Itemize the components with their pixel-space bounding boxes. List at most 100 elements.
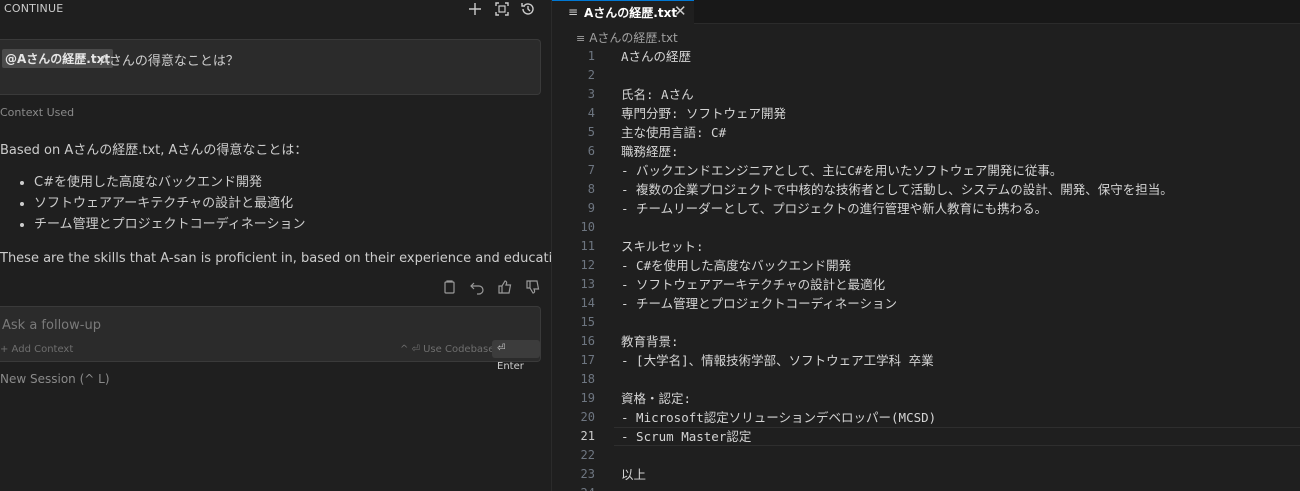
- line-number: 20: [580, 410, 595, 424]
- line-text: - バックエンドエンジニアとして、主にC#を用いたソフトウェア開発に従事。: [621, 163, 1063, 178]
- answer-intro: Based on Aさんの経歴.txt, Aさんの得意なことは：: [0, 143, 308, 158]
- line-text: 主な使用言語: C#: [621, 125, 727, 140]
- line-number: 24: [552, 484, 595, 491]
- code-line[interactable]: 5 主な使用言語: C#: [552, 123, 1300, 142]
- tab-label: Aさんの経歴.txt: [584, 6, 678, 20]
- breadcrumb-file: Aさんの経歴.txt: [589, 31, 678, 45]
- thumbs-down-icon[interactable]: [525, 279, 541, 295]
- code-line[interactable]: 16 教育背景:: [552, 332, 1300, 351]
- code-line[interactable]: 4 専門分野: ソフトウェア開発: [552, 104, 1300, 123]
- panel-header: CONTINUE: [0, 0, 551, 20]
- tab-file[interactable]: ≡ Aさんの経歴.txt ✕: [552, 0, 694, 24]
- context-used-label: Context Used: [0, 106, 75, 119]
- code-line[interactable]: 12 - C#を使用した高度なバックエンド開発: [552, 256, 1300, 275]
- line-number: 5: [587, 125, 595, 139]
- code-line[interactable]: 8 - 複数の企業プロジェクトで中核的な技術者として活動し、システムの設計、開発、…: [552, 180, 1300, 199]
- breadcrumb[interactable]: ≡ Aさんの経歴.txt: [576, 29, 678, 46]
- history-icon[interactable]: [520, 1, 536, 17]
- continue-panel: CONTINUE @Aさんの経歴.txt Aさんの得意なことは？ Context…: [0, 0, 551, 491]
- line-number: 7: [587, 163, 595, 177]
- line-number: 2: [587, 68, 595, 82]
- line-text: - [大学名]、情報技術学部、ソフトウェア工学科 卒業: [621, 353, 934, 368]
- copy-icon[interactable]: [441, 279, 457, 295]
- line-number: 10: [580, 220, 595, 234]
- followup-input[interactable]: [0, 315, 482, 335]
- code-line[interactable]: 22: [552, 446, 1300, 465]
- line-text: - C#を使用した高度なバックエンド開発: [621, 258, 852, 273]
- line-text: - チームリーダーとして、プロジェクトの進行管理や新人教育にも携わる。: [621, 201, 1048, 216]
- code-line[interactable]: 7 - バックエンドエンジニアとして、主にC#を用いたソフトウェア開発に従事。: [552, 161, 1300, 180]
- panel-title: CONTINUE: [4, 2, 64, 15]
- fullscreen-icon[interactable]: [494, 1, 510, 17]
- question-text: Aさんの得意なことは？: [100, 54, 239, 69]
- line-number: 14: [580, 296, 595, 310]
- code-line[interactable]: 20 - Microsoft認定ソリューションデベロッパー(MCSD): [552, 408, 1300, 427]
- code-line[interactable]: 11 スキルセット:: [552, 237, 1300, 256]
- thumbs-up-icon[interactable]: [497, 279, 513, 295]
- answer-outro: These are the skills that A-san is profi…: [0, 251, 551, 266]
- line-number: 19: [580, 391, 595, 405]
- code-line[interactable]: 17 - [大学名]、情報技術学部、ソフトウェア工学科 卒業: [552, 351, 1300, 370]
- line-number: 11: [580, 239, 595, 253]
- code-line[interactable]: 15: [552, 313, 1300, 332]
- user-question[interactable]: @Aさんの経歴.txt Aさんの得意なことは？: [0, 39, 541, 95]
- line-text: - ソフトウェアアーキテクチャの設計と最適化: [621, 277, 886, 292]
- close-icon[interactable]: ✕: [674, 2, 687, 20]
- line-number: 3: [587, 87, 595, 101]
- code-line[interactable]: 13 - ソフトウェアアーキテクチャの設計と最適化: [552, 275, 1300, 294]
- code-line[interactable]: 18: [552, 370, 1300, 389]
- line-text: - 複数の企業プロジェクトで中核的な技術者として活動し、システムの設計、開発、保…: [621, 182, 1173, 197]
- line-number: 16: [580, 334, 595, 348]
- code-line[interactable]: 23 以上: [552, 465, 1300, 484]
- line-number: 13: [580, 277, 595, 291]
- undo-icon[interactable]: [469, 279, 485, 295]
- line-number: 1: [587, 49, 595, 63]
- followup-composer: + Add Context ^ ⏎ Use Codebase ⏎ Enter: [0, 306, 541, 372]
- line-number: 12: [580, 258, 595, 272]
- line-number: 21: [580, 429, 595, 443]
- code-line[interactable]: 6 職務経歴:: [552, 142, 1300, 161]
- list-item: ソフトウェアアーキテクチャの設計と最適化: [34, 193, 305, 214]
- line-text: - チーム管理とプロジェクトコーディネーション: [621, 296, 898, 311]
- add-context-button[interactable]: + Add Context: [0, 344, 73, 355]
- line-number: 8: [587, 182, 595, 196]
- code-line[interactable]: 3 氏名: Aさん: [552, 85, 1300, 104]
- code-line[interactable]: 1 Aさんの経歴: [552, 47, 1300, 66]
- line-number: 15: [580, 315, 595, 329]
- text-file-icon: ≡: [576, 32, 586, 45]
- code-area[interactable]: 1 Aさんの経歴 2 3 氏名: Aさん 4 専門分野: ソフトウェア開発 5 主な使用言語: …: [552, 47, 1300, 491]
- code-line[interactable]: 10: [552, 218, 1300, 237]
- line-text: 資格・認定:: [621, 391, 692, 406]
- editor-pane: ≡ Aさんの経歴.txt ✕ ≡ Aさんの経歴.txt 1 Aさんの経歴 2 3 氏名: …: [551, 0, 1300, 491]
- code-line[interactable]: 14 - チーム管理とプロジェクトコーディネーション: [552, 294, 1300, 313]
- line-number: 17: [580, 353, 595, 367]
- line-text: Aさんの経歴: [621, 49, 692, 64]
- line-text: - Scrum Master認定: [621, 429, 752, 444]
- line-text: 以上: [621, 467, 647, 482]
- line-text: - Microsoft認定ソリューションデベロッパー(MCSD): [621, 410, 937, 425]
- file-mention-chip[interactable]: @Aさんの経歴.txt: [2, 49, 114, 68]
- use-codebase-button[interactable]: ^ ⏎ Use Codebase: [400, 344, 494, 355]
- line-number: 9: [587, 201, 595, 215]
- editor-tabbar: ≡ Aさんの経歴.txt ✕: [552, 0, 1300, 24]
- list-item: チーム管理とプロジェクトコーディネーション: [34, 214, 305, 235]
- code-line[interactable]: 19 資格・認定:: [552, 389, 1300, 408]
- plus-icon[interactable]: [467, 1, 483, 17]
- line-number: 22: [580, 448, 595, 462]
- code-line[interactable]: 9 - チームリーダーとして、プロジェクトの進行管理や新人教育にも携わる。: [552, 199, 1300, 218]
- new-session-link[interactable]: New Session (^ L): [0, 372, 110, 386]
- answer-list: C#を使用した高度なバックエンド開発 ソフトウェアアーキテクチャの設計と最適化 …: [18, 172, 305, 235]
- context-used-toggle[interactable]: Context Used: [0, 106, 74, 119]
- line-text: 教育背景:: [621, 334, 679, 349]
- list-item: C#を使用した高度なバックエンド開発: [34, 172, 305, 193]
- code-line[interactable]: 21 - Scrum Master認定: [552, 427, 1300, 446]
- line-number: 18: [580, 372, 595, 386]
- enter-button[interactable]: ⏎ Enter: [492, 340, 540, 372]
- line-text: 専門分野: ソフトウェア開発: [621, 106, 787, 121]
- line-text: スキルセット:: [621, 239, 704, 254]
- line-number: 23: [580, 467, 595, 481]
- line-text: 氏名: Aさん: [621, 87, 694, 102]
- line-number: 4: [587, 106, 595, 120]
- code-line[interactable]: 24: [552, 484, 1300, 491]
- code-line[interactable]: 2: [552, 66, 1300, 85]
